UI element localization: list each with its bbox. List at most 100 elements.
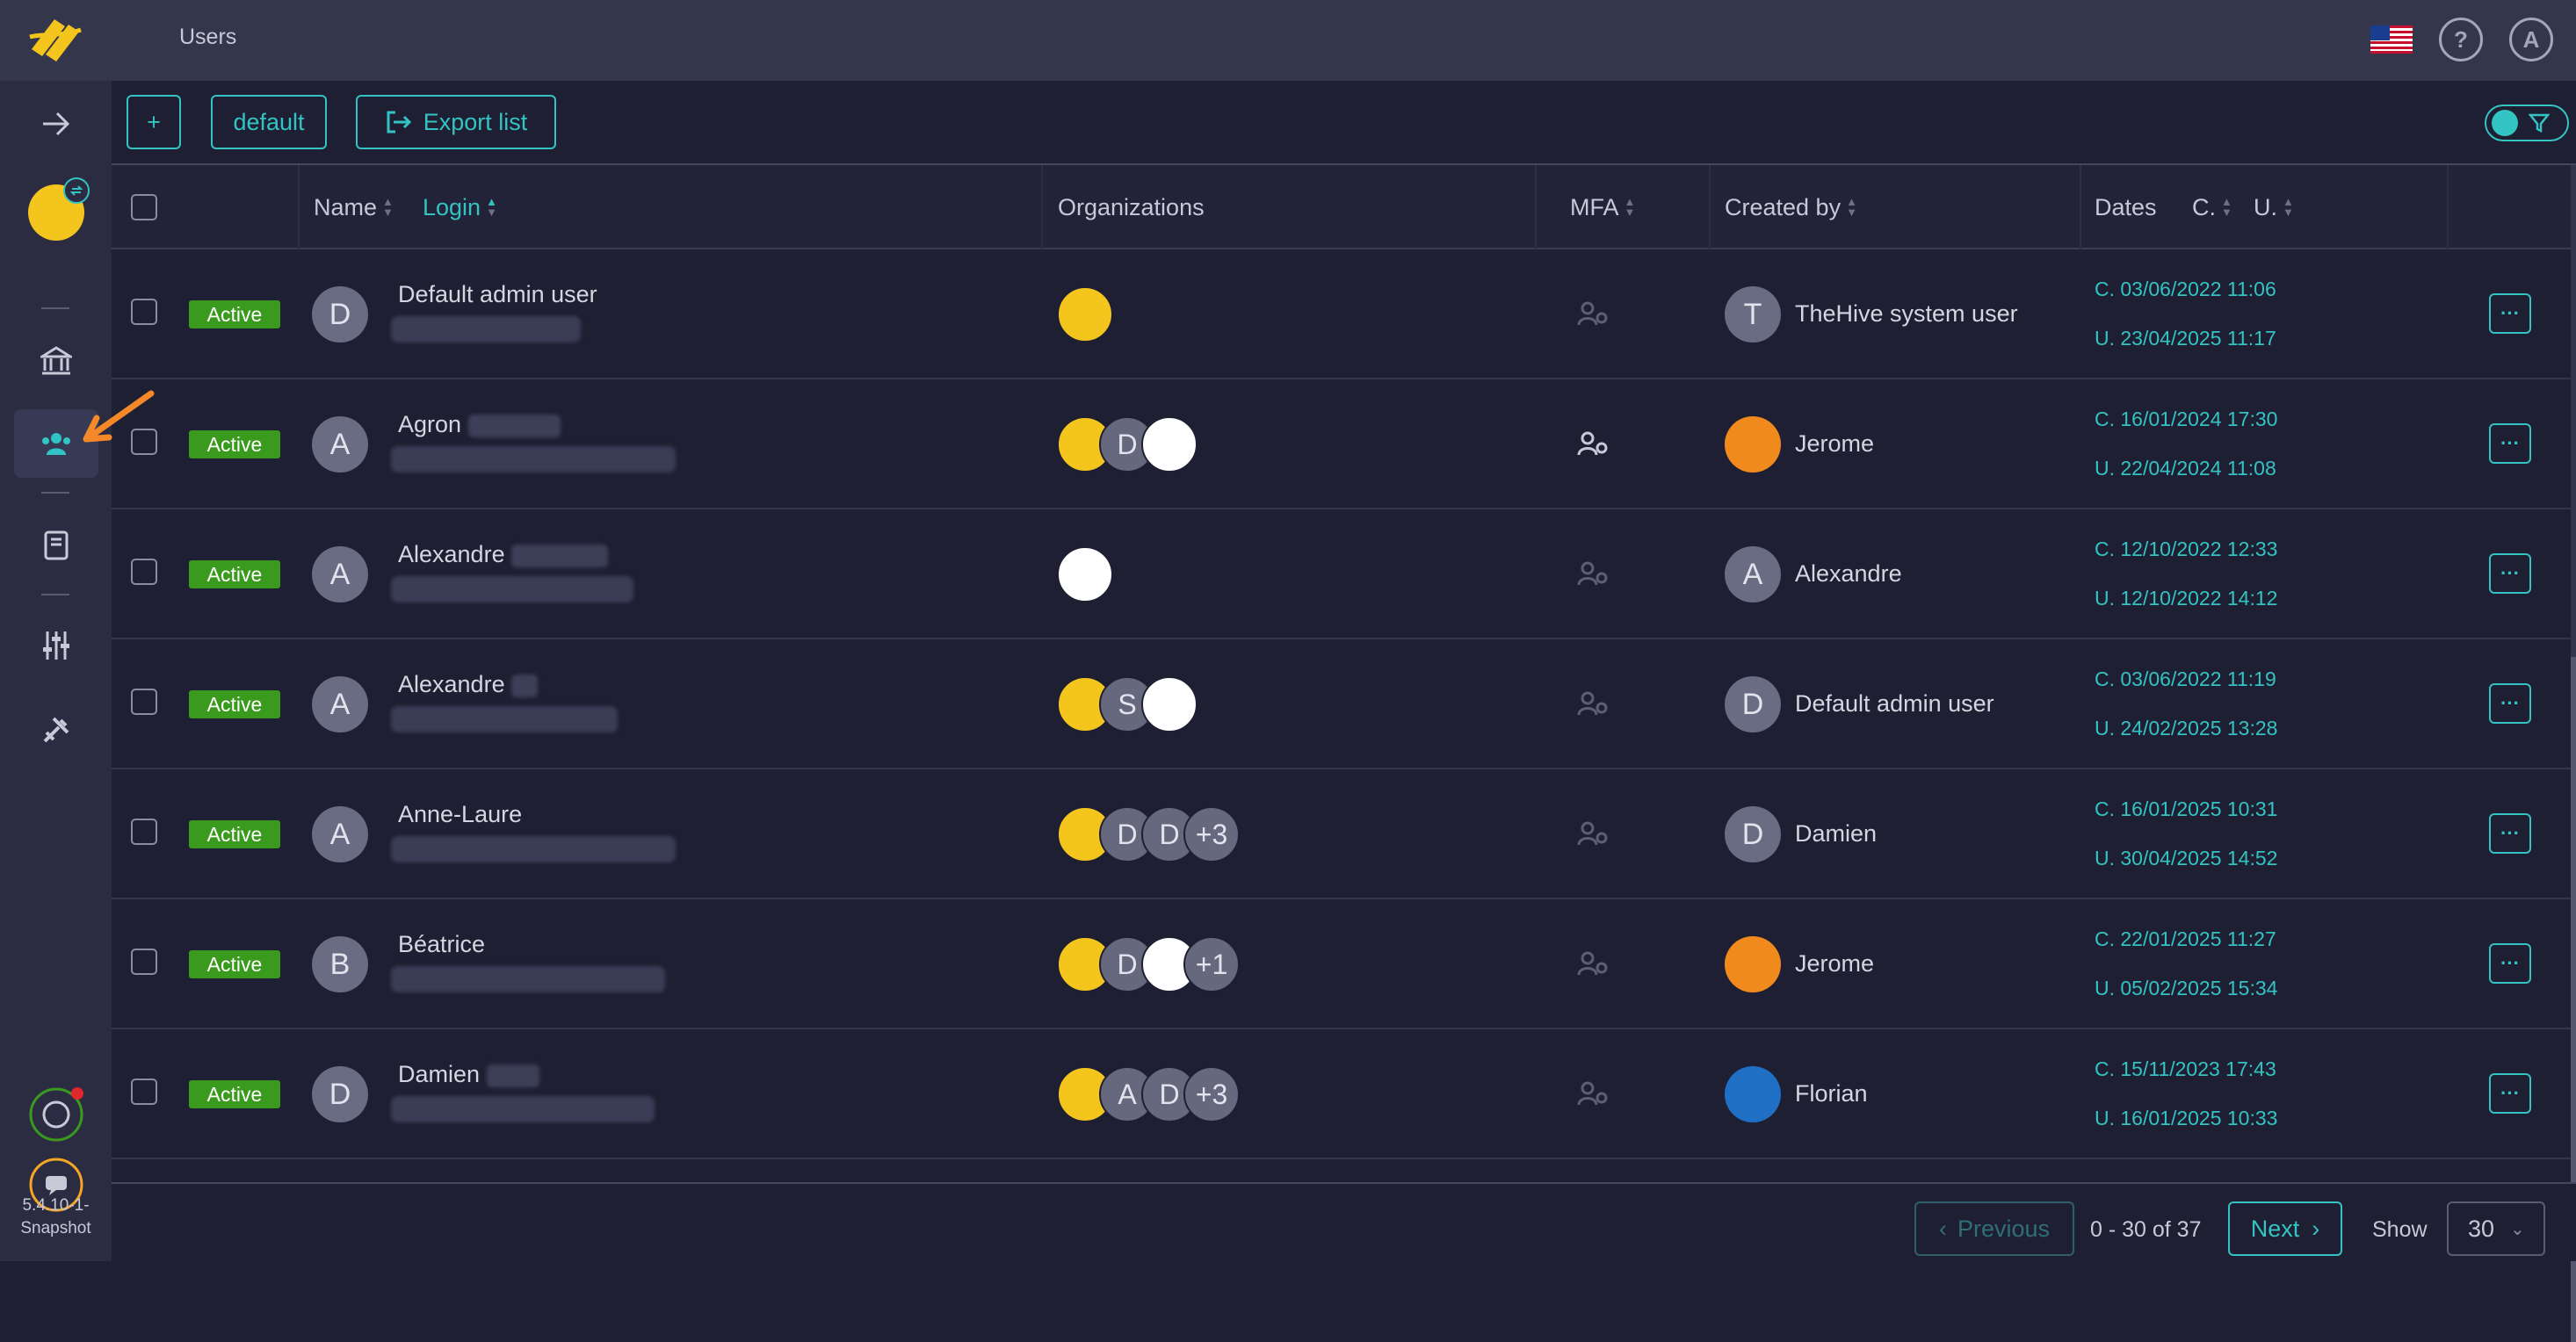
previous-page-button[interactable]: ‹ Previous: [1914, 1201, 2074, 1256]
updated-date: U. 05/02/2025 15:34: [2095, 977, 2278, 999]
user-name[interactable]: Default admin user: [398, 281, 604, 308]
row-checkbox[interactable]: [131, 819, 157, 845]
table-row[interactable]: Active A Alexandre A Alexandre C. 12/10/…: [112, 509, 2576, 639]
redacted-surname: [511, 544, 609, 567]
more-icon: ···: [2500, 822, 2520, 844]
user-name[interactable]: Damien: [398, 1061, 539, 1088]
row-actions-button[interactable]: ···: [2489, 293, 2531, 334]
user-organisations: S: [1057, 676, 1198, 732]
user-avatar: B: [312, 936, 368, 992]
created-date: C. 12/10/2022 12:33: [2095, 538, 2278, 560]
column-header-dates-created[interactable]: C. ▲ ▼: [2192, 165, 2232, 249]
tools-icon: [43, 717, 69, 743]
user-avatar: D: [312, 286, 368, 343]
row-actions-button[interactable]: ···: [2489, 813, 2531, 854]
column-header-mfa[interactable]: MFA ▲ ▼: [1570, 165, 1635, 249]
updated-date: U. 22/04/2024 11:08: [2095, 457, 2276, 480]
page-size-select[interactable]: 30 ⌄: [2447, 1201, 2545, 1256]
column-header-name[interactable]: Name ▲ ▼: [314, 165, 394, 249]
select-all-checkbox[interactable]: [131, 194, 157, 220]
creator-avatar: D: [1725, 806, 1781, 862]
status-badge: Active: [189, 430, 280, 458]
redacted-login: [391, 836, 676, 862]
more-icon: ···: [2500, 952, 2520, 974]
row-actions-button[interactable]: ···: [2489, 683, 2531, 724]
creator-name: TheHive system user: [1795, 300, 2018, 327]
creator-avatar: [1725, 416, 1781, 473]
redacted-surname: [486, 1064, 539, 1087]
creator-name: Damien: [1795, 820, 1878, 847]
organisation-avatar: +3: [1183, 1066, 1240, 1122]
more-icon: ···: [2500, 692, 2520, 714]
filter-toggle[interactable]: [2485, 105, 2569, 141]
creator-name: Jerome: [1795, 430, 1875, 457]
column-header-dates-updated[interactable]: U. ▲ ▼: [2254, 165, 2294, 249]
table-row[interactable]: Active A Agron D Jerome C. 16/01/2024 17…: [112, 379, 2576, 509]
column-header-login[interactable]: Login ▲ ▼: [423, 165, 497, 249]
us-flag-icon[interactable]: [2370, 25, 2413, 54]
column-divider: [2080, 165, 2081, 249]
next-page-button[interactable]: Next ›: [2228, 1201, 2342, 1256]
row-actions-button[interactable]: ···: [2489, 1073, 2531, 1114]
default-view-button[interactable]: default: [211, 95, 327, 149]
column-divider: [2447, 165, 2449, 249]
table-row[interactable]: Active D Default admin user T TheHive sy…: [112, 249, 2576, 379]
table-header: Name ▲ ▼ Login ▲ ▼ Organizations MFA ▲ ▼ Creat…: [112, 165, 2576, 249]
user-organisations: [1057, 546, 1113, 602]
row-checkbox[interactable]: [131, 559, 157, 585]
table-row[interactable]: Active B Béatrice D +1 Jerome C. 22/01/20…: [112, 899, 2576, 1029]
pagination-bar: ‹ Previous 0 - 30 of 37 Next › Show 30 ⌄: [112, 1182, 2576, 1261]
table-scrollbar-track[interactable]: [2571, 165, 2576, 1342]
user-name[interactable]: Agron: [398, 411, 561, 438]
cortex-status-button[interactable]: [14, 1080, 98, 1149]
user-name[interactable]: Alexandre: [398, 541, 609, 568]
sidebar-item-organisations[interactable]: [14, 327, 98, 395]
table-row[interactable]: Active A Anne-Laure D D +3 D Damien C. 16/…: [112, 769, 2576, 899]
updated-date: U. 30/04/2025 14:52: [2095, 847, 2278, 869]
sidebar-item-knowledge-base[interactable]: [14, 511, 98, 580]
created-date: C. 22/01/2025 11:27: [2095, 927, 2276, 950]
row-checkbox[interactable]: [131, 429, 157, 455]
users-table-body: Active D Default admin user T TheHive sy…: [112, 249, 2576, 1159]
row-actions-button[interactable]: ···: [2489, 423, 2531, 464]
table-row[interactable]: Active A Alexandre S D Default admin use…: [112, 639, 2576, 769]
help-icon[interactable]: ?: [2439, 18, 2483, 61]
export-list-button[interactable]: Export list: [356, 95, 556, 149]
row-checkbox[interactable]: [131, 689, 157, 715]
thehive-logo-icon[interactable]: [25, 11, 86, 69]
user-account-icon[interactable]: A: [2509, 18, 2553, 61]
add-user-button[interactable]: +: [127, 95, 181, 149]
user-avatar: D: [312, 1066, 368, 1122]
filter-icon: [2529, 113, 2550, 133]
user-name[interactable]: Alexandre: [398, 671, 539, 698]
organisation-avatar: +3: [1183, 806, 1240, 862]
redacted-login: [391, 966, 665, 992]
status-badge: Active: [189, 950, 280, 978]
row-actions-button[interactable]: ···: [2489, 943, 2531, 984]
status-badge: Active: [189, 560, 280, 588]
table-row[interactable]: Active D Damien A D +3 Florian C. 15/11/20…: [112, 1029, 2576, 1159]
user-name[interactable]: Anne-Laure: [398, 801, 529, 828]
toolbar: + default Export list: [112, 81, 2576, 165]
column-divider: [1041, 165, 1043, 249]
status-badge: Active: [189, 690, 280, 718]
sidebar-item-platform-management[interactable]: [14, 611, 98, 680]
sidebar-item-entities-management[interactable]: [14, 696, 98, 764]
mfa-status-icon: [1577, 1081, 1608, 1106]
redacted-surname: [467, 414, 561, 437]
user-avatar: A: [312, 416, 368, 473]
switch-organisation-icon[interactable]: [63, 177, 90, 204]
expand-sidebar-button[interactable]: [14, 90, 98, 158]
row-checkbox[interactable]: [131, 1079, 157, 1105]
app-version: 5.4.10-1- Snapshot: [20, 1196, 91, 1237]
row-checkbox[interactable]: [131, 949, 157, 975]
creator-name: Alexandre: [1795, 560, 1902, 587]
created-date: C. 03/06/2022 11:06: [2095, 278, 2276, 300]
creator-avatar: D: [1725, 676, 1781, 732]
user-name[interactable]: Béatrice: [398, 931, 492, 958]
updated-date: U. 23/04/2025 11:17: [2095, 327, 2276, 350]
row-actions-button[interactable]: ···: [2489, 553, 2531, 594]
column-header-created-by[interactable]: Created by ▲ ▼: [1725, 165, 1857, 249]
row-checkbox[interactable]: [131, 299, 157, 325]
organisation-avatar: [1057, 286, 1113, 343]
